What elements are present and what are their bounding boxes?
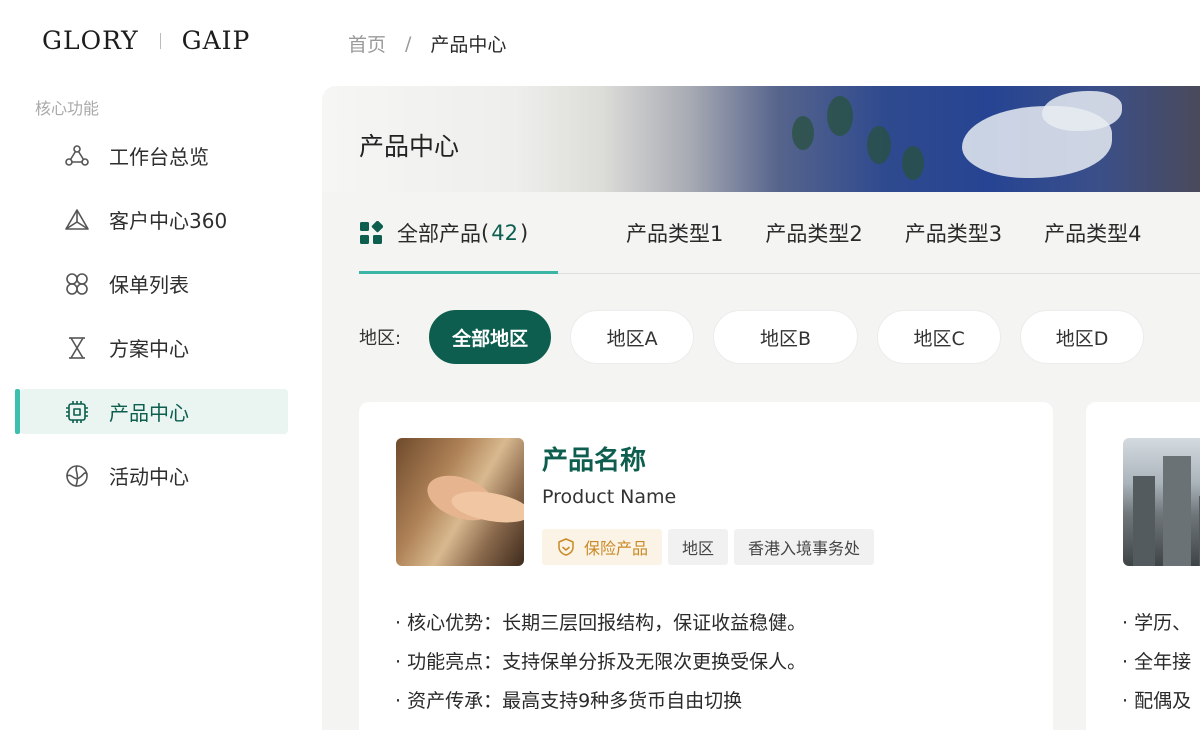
banner-leaf [902,146,924,180]
product-tabs: 全部产品 ( 42 ) 产品类型1 产品类型2 产品类型3 产品类型4 [359,192,1200,274]
banner-leaf [827,96,853,136]
sidebar: 核心功能 工作台总览 客户中心360 保单列表 方案中心 产品中心 活动中心 [0,90,300,517]
tab-count-close: ) [519,220,529,245]
tab-product-type-1[interactable]: 产品类型1 [626,192,723,273]
region-chip-all[interactable]: 全部地区 [429,310,552,364]
banner-dove [1042,91,1122,131]
product-name: 产品名称 [542,446,647,476]
banner-leaf [792,116,814,150]
feature-line: · 全年接 [1122,651,1192,673]
logo-divider [159,32,161,49]
sidebar-item-label: 方案中心 [109,337,189,361]
product-tags: 保险产品 地区 香港入境事务处 [542,529,880,565]
grid-icon [360,220,383,244]
tab-all-label: 全部产品 [397,221,481,246]
knot-icon [63,270,91,298]
tag-insurance: 保险产品 [542,529,663,565]
shield-icon [558,538,574,556]
sidebar-section-title: 核心功能 [35,99,100,118]
thumbnail-hand [449,486,524,528]
page-banner: 产品中心 [322,86,1200,192]
region-chip-b[interactable]: 地区B [713,310,859,364]
region-chip-a[interactable]: 地区A [570,310,695,364]
sidebar-item-dashboard[interactable]: 工作台总览 [20,133,288,178]
sidebar-item-label: 工作台总览 [109,145,209,169]
logo: GLORY GAIP [42,26,250,55]
banner-leaf [867,126,891,164]
product-card[interactable]: · 学历、 · 全年接 · 配偶及 [1086,402,1200,730]
product-features: · 核心优势：长期三层回报结构，保证收益稳健。 · 功能亮点：支持保单分拆及无限… [395,609,806,726]
breadcrumb-separator: / [405,32,412,55]
region-chip-c[interactable]: 地区C [877,310,1002,364]
region-chip-d[interactable]: 地区D [1020,310,1145,364]
logo-glory: GLORY [42,26,139,55]
thumbnail-building [1163,456,1191,566]
hourglass-icon [63,334,91,362]
feature-line: · 核心优势：长期三层回报结构，保证收益稳健。 [395,612,807,634]
breadcrumb-current: 产品中心 [430,34,507,56]
chip-icon [63,398,91,426]
logo-gaip: GAIP [181,26,251,55]
feature-line: · 配偶及 [1122,690,1192,712]
sidebar-item-label: 活动中心 [109,465,189,489]
feature-line: · 资产传承：最高支持9种多货币自由切换 [395,690,743,712]
activity-circle-icon [63,462,91,490]
sidebar-item-label: 保单列表 [109,273,189,297]
tab-product-type-2[interactable]: 产品类型2 [765,192,862,273]
tab-product-type-3[interactable]: 产品类型3 [905,192,1002,273]
page-title: 产品中心 [359,132,460,161]
product-thumbnail [1123,438,1200,566]
sidebar-item-customer-center[interactable]: 客户中心360 [20,197,288,242]
tab-product-type-4[interactable]: 产品类型4 [1044,192,1141,273]
feature-line: · 功能亮点：支持保单分拆及无限次更换受保人。 [395,651,807,673]
product-card[interactable]: 产品名称 Product Name 保险产品 地区 香港入境事务处 · 核心优势… [359,402,1053,730]
workflow-icon [63,142,91,170]
region-filter: 地区: 全部地区 地区A 地区B 地区C 地区D [359,310,1163,364]
product-thumbnail [396,438,524,566]
tag-issuer: 香港入境事务处 [734,529,875,565]
sidebar-item-plan-center[interactable]: 方案中心 [20,325,288,370]
sidebar-item-label: 产品中心 [109,401,189,425]
sidebar-item-policy-list[interactable]: 保单列表 [20,261,288,306]
product-name-en: Product Name [542,486,677,508]
tag-insurance-label: 保险产品 [584,539,649,558]
region-label: 地区: [359,328,402,349]
tag-region: 地区 [668,529,729,565]
tab-all-products[interactable]: 全部产品 ( 42 ) [359,192,558,274]
main-panel: 产品中心 全部产品 ( 42 ) 产品类型1 产品类型2 产品类型3 产品类型4… [322,86,1200,730]
product-features: · 学历、 · 全年接 · 配偶及 [1122,609,1191,726]
sidebar-item-product-center[interactable]: 产品中心 [15,389,288,434]
tab-count: 42 [491,220,518,245]
thumbnail-building [1133,476,1155,566]
sidebar-item-activity-center[interactable]: 活动中心 [20,453,288,498]
triangle-network-icon [63,206,91,234]
breadcrumb-home[interactable]: 首页 [348,30,386,57]
sidebar-item-label: 客户中心360 [109,209,228,233]
tab-count-open: ( [481,220,490,245]
feature-line: · 学历、 [1122,612,1192,634]
breadcrumb: 首页 / 产品中心 [348,30,506,57]
